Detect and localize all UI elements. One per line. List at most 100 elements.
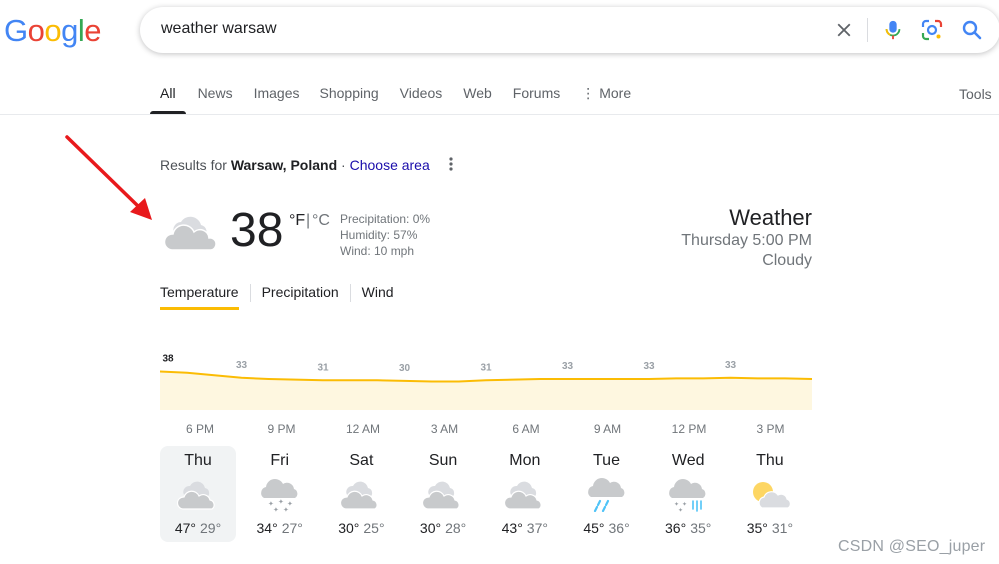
partly-cloudy-icon bbox=[749, 476, 791, 512]
forecast-day-name: Tue bbox=[593, 452, 620, 469]
unit-celsius[interactable]: °C bbox=[312, 212, 330, 230]
search-icon[interactable] bbox=[960, 18, 984, 42]
forecast-temps: 47° 29° bbox=[160, 520, 236, 536]
forecast-temps: 45° 36° bbox=[569, 520, 645, 536]
google-logo[interactable]: Google bbox=[4, 13, 102, 48]
precipitation-text: Precipitation: 0% bbox=[340, 212, 431, 226]
microphone-icon[interactable] bbox=[882, 18, 904, 42]
current-temperature: 38 bbox=[230, 204, 284, 257]
hour-label: 3 AM bbox=[430, 422, 459, 436]
forecast-low: 36° bbox=[608, 520, 630, 536]
forecast-high: 43° bbox=[501, 520, 523, 536]
hour-label: 3 PM bbox=[756, 422, 785, 436]
forecast-high: 30° bbox=[338, 520, 360, 536]
svg-text:✦: ✦ bbox=[283, 506, 289, 512]
forecast-day-name: Sun bbox=[428, 452, 458, 469]
svg-text:✦: ✦ bbox=[678, 507, 683, 512]
forecast-day[interactable]: Fri ✦ ✦ ✦ ✦ ✦ 34° 27° bbox=[242, 446, 318, 542]
forecast-high: 36° bbox=[665, 520, 687, 536]
temperature-data-label: 31 bbox=[480, 362, 492, 373]
logo-letter: G bbox=[4, 13, 28, 48]
cloudy-icon bbox=[176, 476, 219, 512]
location-name: Warsaw, Poland bbox=[230, 157, 338, 173]
tab-web[interactable]: Web bbox=[453, 84, 502, 114]
forecast-day[interactable]: Thu 47° 29° bbox=[160, 446, 236, 542]
cloudy-icon bbox=[340, 476, 382, 512]
tab-precipitation[interactable]: Precipitation bbox=[262, 284, 339, 310]
search-divider bbox=[867, 18, 868, 42]
weather-heading: Weather bbox=[729, 205, 812, 230]
forecast-day-name: Thu bbox=[756, 452, 784, 469]
unit-separator: | bbox=[306, 212, 311, 229]
red-arrow-annotation bbox=[65, 135, 152, 220]
tab-videos[interactable]: Videos bbox=[390, 84, 453, 114]
temperature-data-label: 31 bbox=[317, 362, 329, 373]
hour-label: 6 PM bbox=[185, 422, 215, 436]
forecast-low: 31° bbox=[771, 520, 794, 536]
google-lens-icon[interactable] bbox=[920, 18, 944, 42]
close-icon[interactable] bbox=[833, 19, 855, 41]
forecast-low: 25° bbox=[363, 520, 385, 536]
forecast-low: 37° bbox=[526, 520, 548, 536]
logo-letter: g bbox=[61, 13, 78, 48]
chart-tabs: Temperature Precipitation Wind bbox=[160, 284, 394, 310]
forecast-day[interactable]: Sun 30° 28° bbox=[405, 446, 481, 542]
forecast-low: 27° bbox=[281, 520, 303, 536]
svg-text:✦: ✦ bbox=[278, 498, 284, 506]
tab-news[interactable]: News bbox=[188, 84, 243, 114]
tab-wind[interactable]: Wind bbox=[362, 284, 394, 310]
hour-label: 12 AM bbox=[345, 422, 381, 436]
snow-icon: ✦ ✦ ✦ ✦ ✦ bbox=[259, 476, 301, 514]
weather-details: Precipitation: 0% Humidity: 57% Wind: 10… bbox=[340, 211, 430, 259]
weather-summary: Weather Thursday 5:00 PM Cloudy bbox=[681, 205, 812, 271]
cloudy-icon bbox=[163, 216, 217, 251]
forecast-day-name: Thu bbox=[184, 452, 212, 469]
hour-label: 9 AM bbox=[593, 422, 622, 436]
more-options-icon[interactable] bbox=[446, 155, 456, 173]
search-input[interactable]: weather warsaw bbox=[161, 20, 277, 38]
tab-more[interactable]: ⋮ More bbox=[571, 84, 641, 114]
forecast-day[interactable]: Mon 43° 37° bbox=[487, 446, 563, 542]
rain-snow-icon: ✦ ✦ ✦ bbox=[667, 476, 709, 514]
forecast-day-name: Sat bbox=[349, 452, 374, 469]
search-box[interactable]: weather warsaw bbox=[140, 7, 999, 53]
tools-button[interactable]: Tools bbox=[959, 86, 992, 102]
hour-label: 9 PM bbox=[267, 422, 296, 436]
chart-tab-separator bbox=[249, 284, 251, 302]
forecast-temps: 30° 28° bbox=[405, 520, 481, 536]
forecast-day[interactable]: Wed ✦ ✦ ✦ 36° 35° bbox=[650, 446, 726, 542]
tab-temperature[interactable]: Temperature bbox=[160, 284, 239, 310]
forecast-high: 30° bbox=[419, 520, 442, 536]
forecast-temps: 43° 37° bbox=[487, 520, 563, 536]
humidity-text: Humidity: 57% bbox=[340, 228, 418, 242]
tab-shopping[interactable]: Shopping bbox=[310, 84, 389, 114]
tab-forums[interactable]: Forums bbox=[503, 84, 570, 114]
forecast-day[interactable]: Thu 35° 31° bbox=[732, 446, 808, 542]
choose-area-link[interactable]: Choose area bbox=[350, 157, 430, 173]
forecast-day-name: Mon bbox=[509, 452, 541, 469]
cloudy-icon bbox=[421, 476, 464, 512]
forecast-low: 29° bbox=[200, 520, 222, 536]
header-divider bbox=[0, 114, 999, 115]
results-for-line: Results for Warsaw, Poland · Choose area bbox=[160, 157, 430, 173]
tab-all[interactable]: All bbox=[150, 84, 186, 114]
tab-images[interactable]: Images bbox=[244, 84, 310, 114]
unit-fahrenheit[interactable]: °F bbox=[289, 212, 305, 230]
forecast-high: 35° bbox=[746, 520, 768, 536]
temperature-data-label: 30 bbox=[399, 363, 411, 374]
forecast-low: 28° bbox=[445, 520, 467, 536]
logo-letter: o bbox=[27, 13, 45, 48]
svg-text:✦: ✦ bbox=[682, 501, 687, 508]
temperature-chart: 38 33 31 30 31 33 33 33 bbox=[160, 354, 812, 410]
watermark: CSDN @SEO_juper bbox=[838, 538, 986, 555]
logo-letter: o bbox=[44, 13, 62, 48]
temperature-data-label: 33 bbox=[562, 361, 574, 372]
forecast-day[interactable]: Sat 30° 25° bbox=[323, 446, 399, 542]
rain-icon bbox=[586, 476, 628, 513]
forecast-temps: 30° 25° bbox=[323, 520, 399, 536]
svg-text:✦: ✦ bbox=[273, 506, 279, 512]
results-for-separator: · bbox=[337, 157, 350, 173]
logo-letter: e bbox=[84, 13, 102, 48]
cloudy-icon bbox=[503, 476, 546, 512]
forecast-day[interactable]: Tue 45° 36° bbox=[569, 446, 645, 542]
